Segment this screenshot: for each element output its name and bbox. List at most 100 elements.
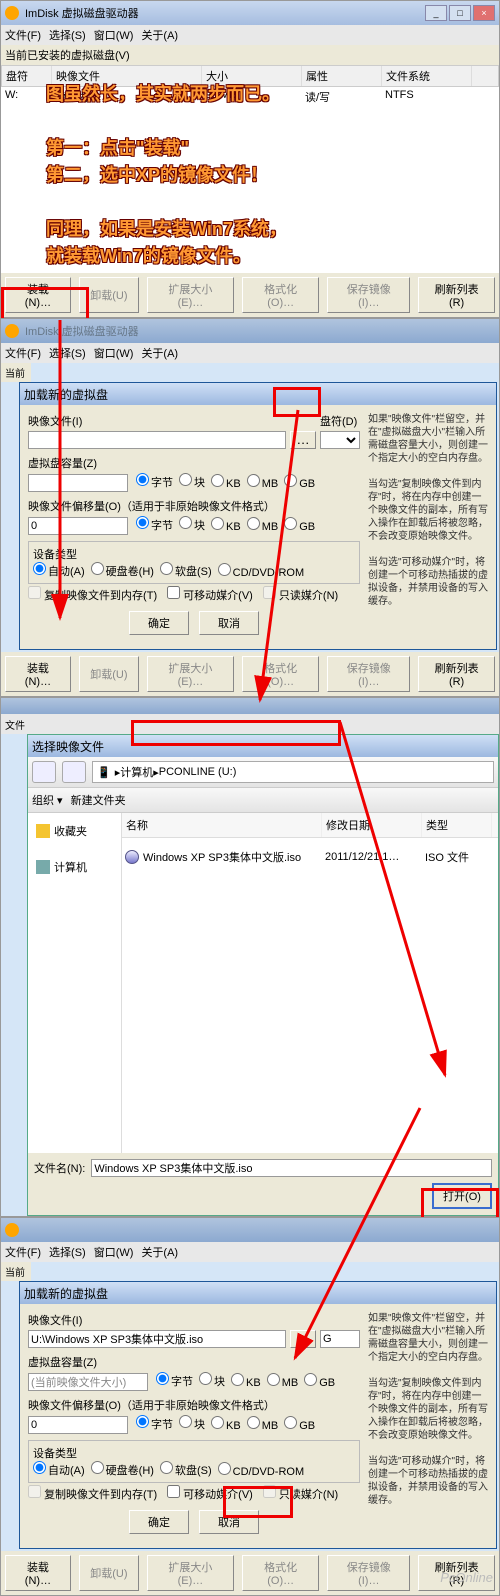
readonly-check	[263, 586, 276, 599]
unit-byte[interactable]	[136, 473, 149, 486]
minimize-button[interactable]: _	[425, 5, 447, 21]
ok-button[interactable]: 确定	[129, 611, 189, 635]
app-icon	[5, 6, 19, 20]
titlebar[interactable]	[1, 1218, 499, 1242]
file-name: Windows XP SP3集体中文版.iso	[143, 849, 301, 865]
organize-menu[interactable]: 组织 ▾	[32, 792, 63, 808]
format-button[interactable]: 格式化(O)…	[242, 277, 319, 313]
sidebar-computer[interactable]: 计算机	[34, 855, 115, 879]
size-label: 虚拟盘容量(Z)	[28, 1354, 360, 1370]
save-image-button[interactable]: 保存镜像(I)…	[327, 656, 410, 692]
highlight-open	[421, 1188, 499, 1220]
size-input[interactable]	[28, 1373, 148, 1391]
offset-label: 映像文件偏移量(O)（适用于非原始映像文件格式）	[28, 1397, 360, 1413]
refresh-button[interactable]: 刷新列表(R)	[418, 656, 495, 692]
unit-block[interactable]	[179, 473, 192, 486]
file-type: ISO 文件	[425, 849, 495, 865]
close-button[interactable]: ×	[473, 5, 495, 21]
menu-select[interactable]: 选择(S)	[49, 345, 86, 361]
overlay-instructions: 图虽然长，其实就两步而已。 第一：点击"装载" 第二，选中XP的镜像文件！ 同理…	[46, 81, 479, 270]
computer-icon	[36, 860, 50, 874]
new-folder-button[interactable]: 新建文件夹	[71, 792, 126, 808]
refresh-button[interactable]: 刷新列表(R)	[418, 277, 495, 313]
size-input[interactable]	[28, 474, 128, 492]
extend-button[interactable]: 扩展大小(E)…	[147, 1555, 234, 1591]
back-button[interactable]	[32, 761, 56, 783]
dialog-title[interactable]: 加载新的虚拟盘	[20, 1282, 496, 1304]
extend-button[interactable]: 扩展大小(E)…	[147, 277, 234, 313]
extend-button[interactable]: 扩展大小(E)…	[147, 656, 234, 692]
dev-hdd[interactable]	[91, 562, 104, 575]
file-browser-window: 文件 选择映像文件 📱 ▸ 计算机 ▸ PCONLINE (U:) 组织 ▾ 新…	[0, 697, 500, 1217]
imagefile-label: 映像文件(I)	[28, 1312, 286, 1328]
sidebar-favorites[interactable]: 收藏夹	[34, 819, 115, 843]
button-row: 装载(N)… 卸载(U) 扩展大小(E)… 格式化(O)… 保存镜像(I)… 刷…	[1, 1551, 499, 1595]
format-button[interactable]: 格式化(O)…	[242, 656, 319, 692]
mount-button[interactable]: 装载(N)…	[5, 1555, 71, 1591]
save-image-button[interactable]: 保存镜像(I)…	[327, 277, 410, 313]
fwd-button[interactable]	[62, 761, 86, 783]
unmount-button[interactable]: 卸载(U)	[79, 656, 139, 692]
browse-button[interactable]: …	[290, 1330, 316, 1348]
unmount-button[interactable]: 卸载(U)	[79, 1555, 139, 1591]
explorer-nav: 📱 ▸ 计算机 ▸ PCONLINE (U:)	[28, 757, 498, 788]
unit-gb[interactable]	[284, 474, 297, 487]
window-title: ImDisk 虚拟磁盘驱动器	[25, 5, 139, 21]
unit-kb[interactable]	[211, 474, 224, 487]
drive-select[interactable]	[320, 1330, 360, 1348]
menu-select[interactable]: 选择(S)	[49, 27, 86, 43]
save-image-button[interactable]: 保存镜像(I)…	[327, 1555, 410, 1591]
menu-window[interactable]: 窗口(W)	[94, 27, 134, 43]
dev-auto[interactable]	[33, 562, 46, 575]
format-button[interactable]: 格式化(O)…	[242, 1555, 319, 1591]
browse-button[interactable]: …	[290, 431, 316, 449]
col-type[interactable]: 类型	[422, 813, 492, 837]
menu-window[interactable]: 窗口(W)	[94, 345, 134, 361]
file-row[interactable]: Windows XP SP3集体中文版.iso 2011/12/21 1… IS…	[122, 846, 498, 868]
menu-file[interactable]: 文件(F)	[5, 27, 41, 43]
size-label: 虚拟盘容量(Z)	[28, 455, 360, 471]
menu-file[interactable]: 文件(F)	[5, 345, 41, 361]
titlebar[interactable]: ImDisk 虚拟磁盘驱动器	[1, 319, 499, 343]
titlebar-parent	[1, 698, 499, 714]
button-row: 装载(N)… 卸载(U) 扩展大小(E)… 格式化(O)… 保存镜像(I)… 刷…	[1, 652, 499, 696]
dev-cd[interactable]	[218, 563, 231, 576]
help-panel: 如果"映像文件"栏留空，并在"虚拟磁盘大小"栏输入所需磁盘容量大小，则创建一个指…	[368, 1312, 488, 1540]
col-drive[interactable]: 盘符	[2, 66, 52, 86]
col-date[interactable]: 修改日期	[322, 813, 422, 837]
menu-file[interactable]: 文件(F)	[5, 1244, 41, 1260]
offset-input[interactable]	[28, 517, 128, 535]
titlebar[interactable]: ImDisk 虚拟磁盘驱动器 _ □ ×	[1, 1, 499, 25]
file-open-dialog: 选择映像文件 📱 ▸ 计算机 ▸ PCONLINE (U:) 组织 ▾ 新建文件…	[27, 734, 499, 1216]
maximize-button[interactable]: □	[449, 5, 471, 21]
ok-button[interactable]: 确定	[129, 1510, 189, 1534]
mount-button[interactable]: 装载(N)…	[5, 656, 71, 692]
file-date: 2011/12/21 1…	[325, 851, 425, 863]
subbar-trunc: 当前	[1, 1262, 31, 1281]
cancel-button[interactable]: 取消	[199, 611, 259, 635]
drive-select[interactable]	[320, 431, 360, 449]
removable-check[interactable]	[167, 586, 180, 599]
imagefile-label: 映像文件(I)	[28, 413, 286, 429]
menu-about[interactable]: 关于(A)	[141, 27, 178, 43]
filename-input[interactable]	[91, 1159, 492, 1177]
dialog-title[interactable]: 加载新的虚拟盘	[20, 383, 496, 405]
menubar: 文件(F) 选择(S) 窗口(W) 关于(A)	[1, 1242, 499, 1262]
address-bar[interactable]: 📱 ▸ 计算机 ▸ PCONLINE (U:)	[92, 761, 494, 783]
main-window-2: ImDisk 虚拟磁盘驱动器 文件(F) 选择(S) 窗口(W) 关于(A) 当…	[0, 318, 500, 697]
imagefile-input[interactable]	[28, 1330, 286, 1348]
menu-select[interactable]: 选择(S)	[49, 1244, 86, 1260]
cell-drive: W:	[1, 89, 51, 105]
watermark: PcOnline	[440, 1570, 493, 1585]
dev-floppy[interactable]	[160, 562, 173, 575]
menu-window[interactable]: 窗口(W)	[94, 1244, 134, 1260]
menu-about[interactable]: 关于(A)	[141, 1244, 178, 1260]
devtype-label: 设备类型	[33, 549, 77, 561]
col-name[interactable]: 名称	[122, 813, 322, 837]
menubar: 文件(F) 选择(S) 窗口(W) 关于(A)	[1, 343, 499, 363]
imagefile-input[interactable]	[28, 431, 286, 449]
offset-input[interactable]	[28, 1416, 128, 1434]
unit-mb[interactable]	[247, 474, 260, 487]
menu-about[interactable]: 关于(A)	[141, 345, 178, 361]
explorer-sidebar: 收藏夹 计算机	[28, 813, 122, 1153]
